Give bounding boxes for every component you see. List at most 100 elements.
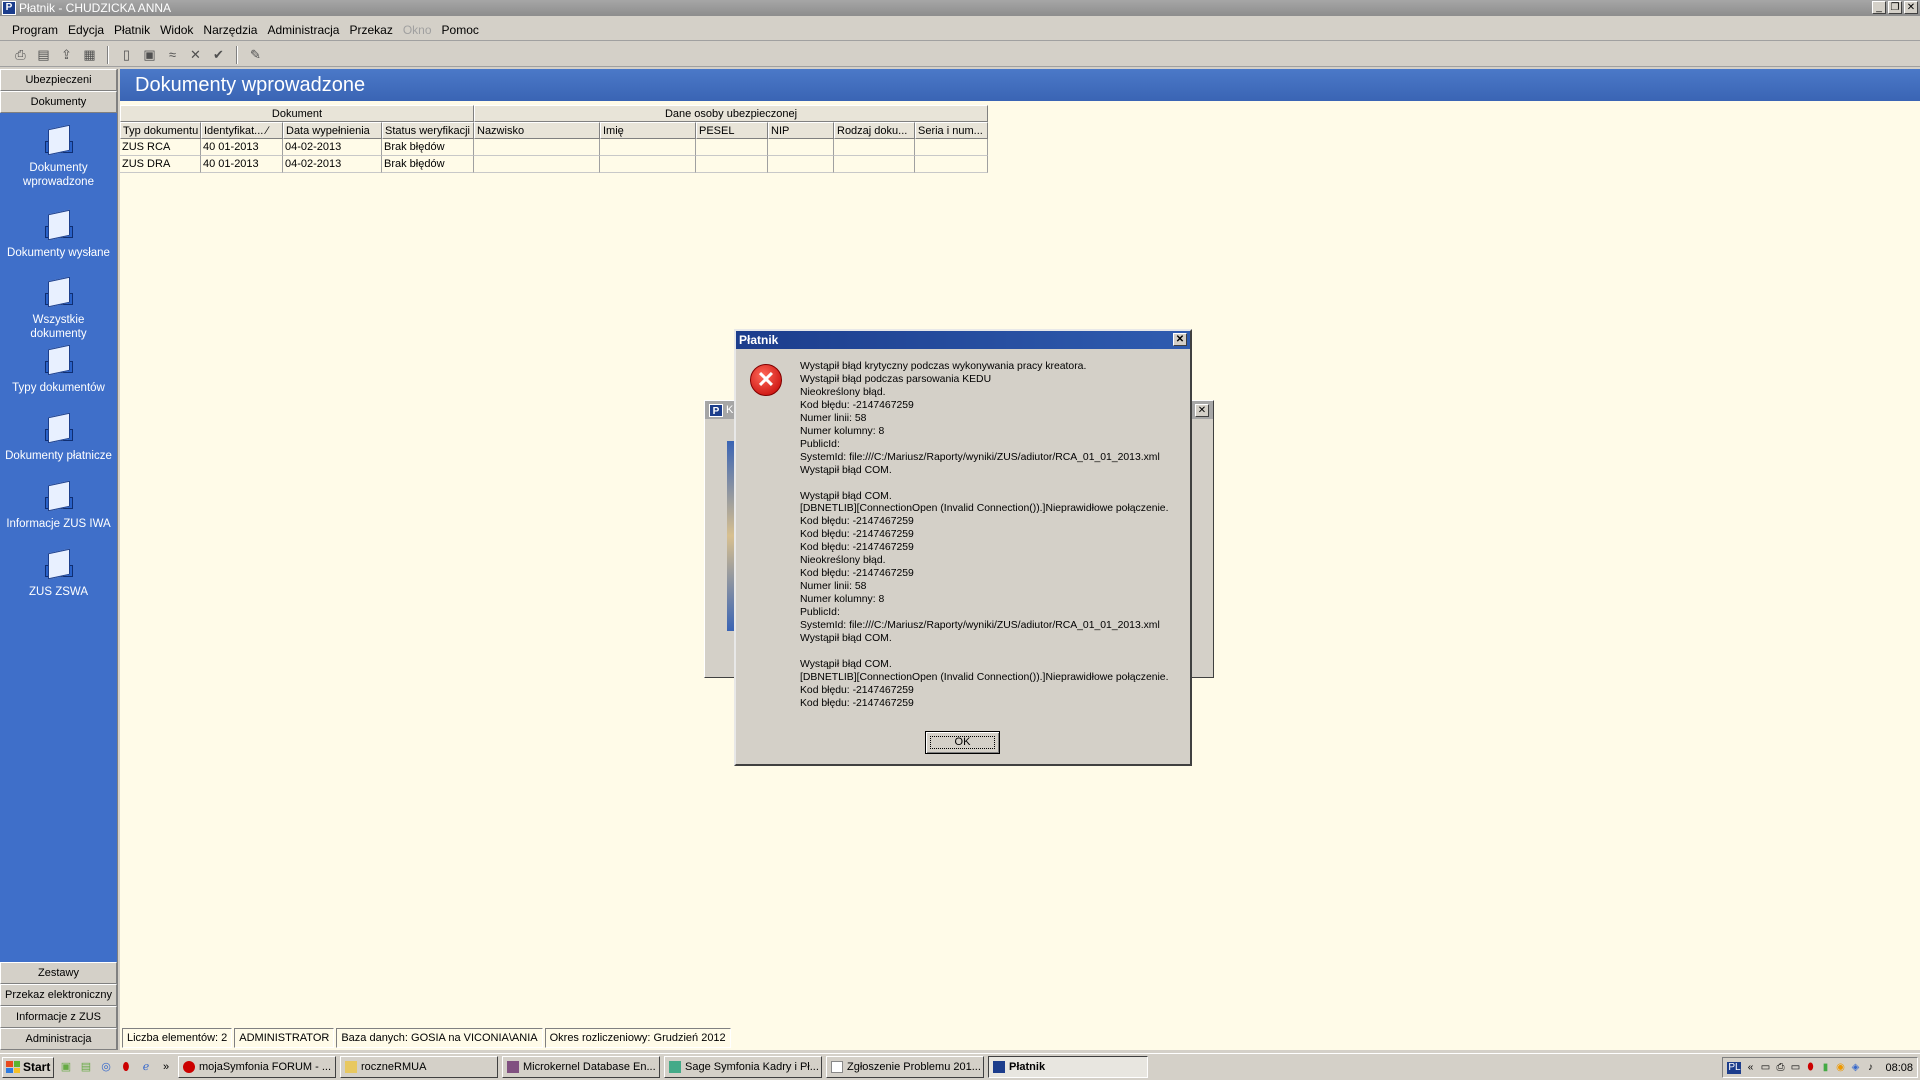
opera-icon[interactable]: ⬮ (118, 1059, 134, 1075)
background-dialog-title: K (726, 404, 734, 416)
error-dialog-close-button[interactable]: ✕ (1173, 333, 1187, 346)
status-bar: Liczba elementów: 2 ADMINISTRATOR Baza d… (120, 1028, 1920, 1048)
security-icon[interactable]: ◈ (1849, 1062, 1861, 1074)
column-header-nip[interactable]: NIP (768, 122, 834, 139)
nav-item-wszystkie-dokumenty[interactable]: Wszystkie dokumenty (0, 276, 117, 341)
menu-program[interactable]: Program (12, 23, 58, 37)
cell-status-weryfikacji: Brak błędów (382, 139, 474, 156)
quick-launch-more-icon[interactable]: » (158, 1059, 174, 1075)
nav-item-dokumenty-wprowadzone[interactable]: Dokumenty wprowadzone (0, 124, 117, 189)
volume-icon[interactable]: ♪ (1864, 1062, 1876, 1074)
browser-icon[interactable]: ◎ (98, 1059, 114, 1075)
nav-tab-administracja[interactable]: Administracja (0, 1028, 117, 1050)
network-icon[interactable]: ▭ (1759, 1062, 1771, 1074)
nav-item-informacje-zus-iwa[interactable]: Informacje ZUS IWA (0, 480, 117, 531)
ok-button[interactable]: OK (925, 731, 1000, 754)
window-title: Płatnik - CHUDZICKA ANNA (19, 1, 172, 15)
nav-tab-dokumenty[interactable]: Dokumenty (0, 91, 117, 113)
nav-item-typy-dokumentow[interactable]: Typy dokumentów (0, 344, 117, 395)
column-header-identyfikator[interactable]: Identyfikat... ∕ (201, 122, 283, 139)
menu-edycja[interactable]: Edycja (68, 23, 104, 37)
verify-icon[interactable]: ✔ (210, 46, 227, 63)
documents-sent-icon (42, 209, 76, 244)
display-icon[interactable]: ▭ (1789, 1062, 1801, 1074)
tray-expand-icon[interactable]: « (1744, 1062, 1756, 1074)
nav-item-zus-zswa[interactable]: ZUS ZSWA (0, 548, 117, 599)
error-dialog: Płatnik ✕ ✕ Wystąpił błąd krytyczny podc… (734, 329, 1192, 766)
column-header-rodzaj-dokumentu[interactable]: Rodzaj doku... (834, 122, 915, 139)
nav-tab-informacje-z-zus[interactable]: Informacje z ZUS (0, 1006, 117, 1028)
report-icon[interactable]: ▦ (81, 46, 98, 63)
delete-icon[interactable]: ✕ (187, 46, 204, 63)
taskbar-button-sage-symfonia[interactable]: Sage Symfonia Kadry i Pł... (664, 1056, 822, 1078)
antivirus-icon[interactable]: ⬮ (1804, 1062, 1816, 1074)
cell-pesel (696, 139, 768, 156)
cell-data-wypelnienia: 04-02-2013 (283, 156, 382, 173)
sage-app-icon (669, 1061, 681, 1073)
language-indicator[interactable]: PL (1727, 1061, 1742, 1074)
nav-item-label: Wszystkie dokumenty (30, 314, 87, 340)
group-header-dane-osoby: Dane osoby ubezpieczonej (474, 105, 988, 122)
cell-seria-i-numer (915, 156, 988, 173)
close-window-button[interactable]: ✕ (1904, 1, 1918, 14)
background-dialog-close-button[interactable]: ✕ (1195, 404, 1209, 417)
column-header-typ-dokumentu[interactable]: Typ dokumentu (120, 122, 201, 139)
menu-narzedzia[interactable]: Narzędzia (203, 23, 257, 37)
wizard-icon[interactable]: ✎ (247, 46, 264, 63)
nav-item-dokumenty-wyslane[interactable]: Dokumenty wysłane (0, 209, 117, 260)
update-icon[interactable]: ◉ (1834, 1062, 1846, 1074)
left-navigation: Ubezpieczeni Dokumenty Dokumenty wprowad… (0, 69, 118, 1050)
battery-icon[interactable]: ▮ (1819, 1062, 1831, 1074)
table-row[interactable]: ZUS DRA 40 01-2013 04-02-2013 Brak błędó… (120, 156, 988, 173)
menu-platnik[interactable]: Płatnik (114, 23, 150, 37)
cell-rodzaj-dokumentu (834, 139, 915, 156)
hide-icon[interactable]: ≈ (164, 46, 181, 63)
print-icon[interactable]: ⎙ (12, 46, 29, 63)
menu-przekaz[interactable]: Przekaz (349, 23, 392, 37)
nav-item-label: Informacje ZUS IWA (6, 518, 111, 530)
database-engine-icon (507, 1061, 519, 1073)
minimize-button[interactable]: _ (1872, 1, 1886, 14)
restore-button[interactable]: ❐ (1888, 1, 1902, 14)
internet-explorer-icon[interactable]: ℯ (138, 1059, 154, 1075)
menu-administracja[interactable]: Administracja (267, 23, 339, 37)
cell-status-weryfikacji: Brak błędów (382, 156, 474, 173)
clock[interactable]: 08:08 (1885, 1062, 1913, 1074)
cell-rodzaj-dokumentu (834, 156, 915, 173)
taskbar-button-platnik[interactable]: Płatnik (988, 1056, 1148, 1078)
open-document-icon[interactable]: ▣ (141, 46, 158, 63)
platnik-app-icon (993, 1061, 1005, 1073)
printer-icon[interactable]: ⎙ (1774, 1062, 1786, 1074)
toolbar-separator (236, 45, 238, 64)
column-header-seria-i-numer[interactable]: Seria i num... (915, 122, 988, 139)
taskbar-button-microkernel[interactable]: Microkernel Database En... (502, 1056, 660, 1078)
cell-pesel (696, 156, 768, 173)
menu-widok[interactable]: Widok (160, 23, 193, 37)
error-icon: ✕ (750, 364, 782, 396)
cell-imie (600, 156, 696, 173)
nav-tab-zestawy[interactable]: Zestawy (0, 962, 117, 984)
print-preview-icon[interactable]: ▤ (35, 46, 52, 63)
column-header-status-weryfikacji[interactable]: Status weryfikacji (382, 122, 474, 139)
nav-tab-przekaz-elektroniczny[interactable]: Przekaz elektroniczny (0, 984, 117, 1006)
nav-tab-ubezpieczeni[interactable]: Ubezpieczeni (0, 69, 117, 91)
taskbar-button-label: Płatnik (1009, 1061, 1046, 1073)
export-icon[interactable]: ⇪ (58, 46, 75, 63)
nav-item-dokumenty-platnicze[interactable]: Dokumenty płatnicze (0, 412, 117, 463)
start-button[interactable]: Start (2, 1056, 54, 1078)
opera-icon (183, 1061, 195, 1073)
show-desktop-icon[interactable]: ▣ (58, 1059, 74, 1075)
menu-pomoc[interactable]: Pomoc (442, 23, 479, 37)
column-header-imie[interactable]: Imię (600, 122, 696, 139)
taskbar: Start ▣ ▤ ◎ ⬮ ℯ » mojaSymfonia FORUM - .… (0, 1053, 1920, 1080)
column-header-data-wypelnienia[interactable]: Data wypełnienia (283, 122, 382, 139)
quick-launch-app-icon[interactable]: ▤ (78, 1059, 94, 1075)
taskbar-button-zgloszenie-problemu[interactable]: Zgłoszenie Problemu 201... (826, 1056, 984, 1078)
new-document-icon[interactable]: ▯ (118, 46, 135, 63)
taskbar-button-symfonia-forum[interactable]: mojaSymfonia FORUM - ... (178, 1056, 336, 1078)
group-header-dokument: Dokument (120, 105, 474, 122)
column-header-pesel[interactable]: PESEL (696, 122, 768, 139)
table-row[interactable]: ZUS RCA 40 01-2013 04-02-2013 Brak błędó… (120, 139, 988, 156)
taskbar-button-roczne-rmua[interactable]: roczneRMUA (340, 1056, 498, 1078)
column-header-nazwisko[interactable]: Nazwisko (474, 122, 600, 139)
